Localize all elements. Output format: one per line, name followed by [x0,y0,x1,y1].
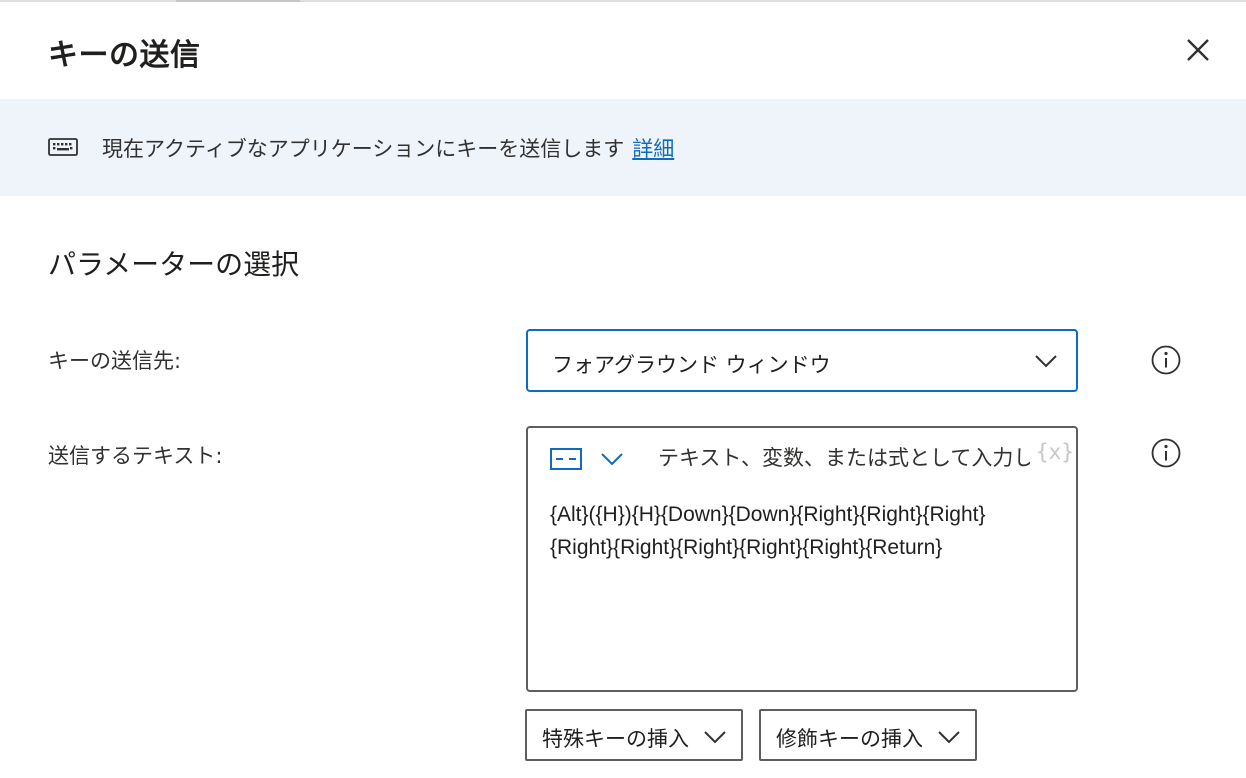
insert-variable-button[interactable]: {x} [1036,440,1074,464]
text-line: {Right}{Right}{Right}{Right}{Right}{Retu… [550,536,943,559]
details-link[interactable]: 詳細 [632,137,674,161]
close-icon [1187,39,1209,61]
send-text-input[interactable]: テキスト、変数、または式として入力します {x} {Alt}({H}){H}{D… [526,426,1078,692]
send-text-label: 送信するテキスト: [48,444,223,468]
banner-text: 現在アクティブなアプリケーションにキーを送信します 詳細 [102,133,674,163]
close-button[interactable] [1180,32,1216,68]
insert-special-key-button[interactable]: 特殊キーの挿入 [525,709,743,761]
insert-modifier-key-button[interactable]: 修飾キーの挿入 [759,709,977,761]
info-banner: 現在アクティブなアプリケーションにキーを送信します 詳細 [0,99,1246,196]
keyboard-icon [48,138,78,156]
banner-description: 現在アクティブなアプリケーションにキーを送信します [102,137,625,161]
chevron-down-icon [938,731,960,744]
text-input-toolbar: テキスト、変数、または式として入力します {x} [528,428,1076,484]
chevron-down-icon [704,731,726,744]
text-input-value[interactable]: {Alt}({H}){H}{Down}{Down}{Right}{Right}{… [550,498,1060,564]
chevron-down-icon[interactable] [600,450,624,468]
text-input-placeholder: テキスト、変数、または式として入力します [658,446,1030,470]
send-target-label: キーの送信先: [48,349,182,373]
top-border [0,0,1246,2]
text-line: {Alt}({H}){H}{Down}{Down}{Right}{Right}{… [550,503,986,526]
section-title: パラメーターの選択 [48,248,300,281]
chevron-down-icon [1035,355,1057,368]
send-target-dropdown[interactable]: フォアグラウンド ウィンドウ [526,329,1078,392]
insert-special-key-label: 特殊キーの挿入 [542,727,689,751]
info-icon[interactable] [1150,344,1182,376]
dialog-title: キーの送信 [48,38,201,73]
insert-modifier-key-label: 修飾キーの挿入 [776,727,923,751]
info-icon[interactable] [1150,437,1182,469]
text-type-icon[interactable] [550,448,582,470]
send-target-value: フォアグラウンド ウィンドウ [552,353,831,377]
